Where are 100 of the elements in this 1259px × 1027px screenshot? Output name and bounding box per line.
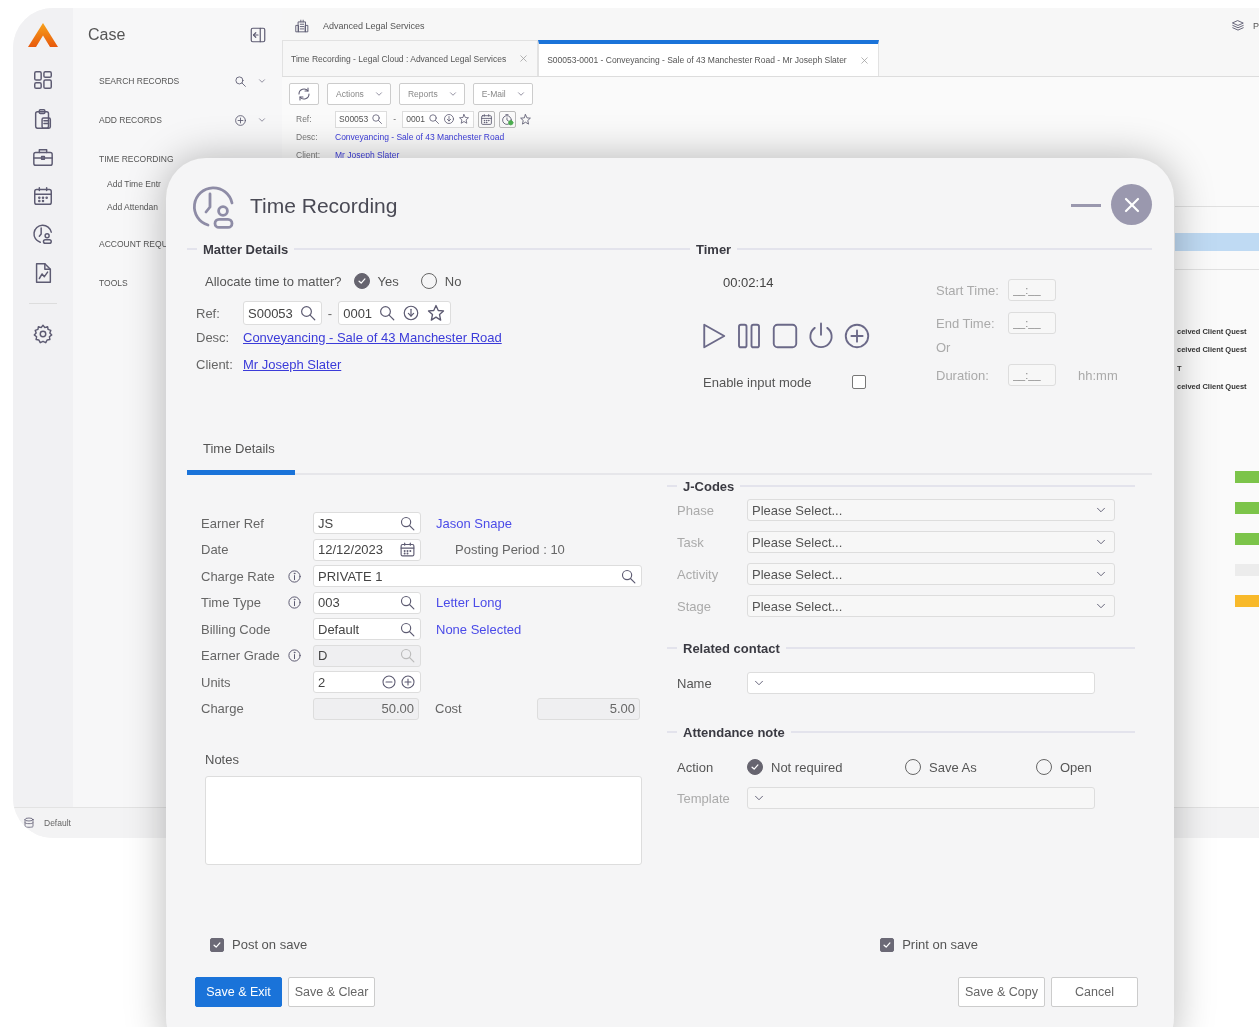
- lookup-field[interactable]: 003: [313, 591, 421, 614]
- select-field[interactable]: Please Select...: [747, 499, 1115, 521]
- select-field[interactable]: [747, 672, 1095, 694]
- radio-option[interactable]: Not required: [747, 759, 905, 775]
- nav-item[interactable]: ADD RECORDS: [99, 115, 228, 125]
- refresh-button[interactable]: [289, 83, 319, 105]
- nav-item[interactable]: SEARCH RECORDS: [99, 76, 228, 86]
- star-icon[interactable]: [519, 112, 533, 126]
- radio-option[interactable]: Yes: [353, 273, 399, 289]
- section-heading: Timer: [696, 241, 732, 257]
- select-field[interactable]: Please Select...: [747, 563, 1115, 585]
- action-button[interactable]: Cancel: [1051, 976, 1138, 1007]
- select-field[interactable]: Please Select...: [747, 531, 1115, 553]
- field-label: Action: [677, 759, 715, 775]
- action-button[interactable]: Save & Clear: [288, 976, 375, 1007]
- collapse-panel-icon[interactable]: [249, 26, 267, 44]
- field-label: Date: [201, 542, 230, 557]
- star-icon[interactable]: [458, 113, 471, 125]
- info-icon[interactable]: [287, 568, 302, 584]
- action-button[interactable]: Save & Copy: [958, 976, 1045, 1007]
- notes-field[interactable]: [205, 775, 642, 865]
- lookup-field[interactable]: PRIVATE 1: [313, 565, 642, 587]
- client-link[interactable]: Mr Joseph Slater: [243, 356, 342, 372]
- search-icon[interactable]: [399, 620, 416, 638]
- link-text[interactable]: Letter Long: [436, 595, 502, 610]
- details-tab[interactable]: Time Details: [187, 439, 295, 475]
- refresh-icon: [296, 86, 312, 102]
- select-field[interactable]: Please Select...: [747, 595, 1115, 617]
- close-button[interactable]: [1111, 184, 1152, 225]
- amount-field: 5.00: [537, 697, 640, 720]
- search-icon[interactable]: [399, 594, 416, 611]
- menu-button[interactable]: Reports: [398, 83, 465, 105]
- minus-icon[interactable]: [381, 674, 397, 690]
- menu-button[interactable]: Actions: [327, 83, 391, 105]
- link-text[interactable]: None Selected: [436, 621, 522, 637]
- radio-option[interactable]: Save As: [905, 759, 1036, 775]
- search-icon[interactable]: [298, 304, 317, 322]
- clipboard-icon[interactable]: [32, 107, 54, 130]
- search-icon[interactable]: [378, 304, 397, 322]
- calendar-icon[interactable]: [32, 184, 54, 207]
- search-icon[interactable]: [371, 113, 384, 125]
- field-label: Earner Ref: [201, 515, 265, 531]
- field-label: Name: [677, 675, 713, 691]
- lookup-field[interactable]: JS: [313, 512, 421, 534]
- units-field[interactable]: 2: [313, 671, 421, 693]
- calendar-icon[interactable]: [478, 110, 496, 128]
- plus-icon[interactable]: [400, 674, 416, 690]
- check-icon: [212, 939, 222, 950]
- radio-option[interactable]: Open: [1036, 759, 1092, 775]
- section-heading: Attendance note: [683, 724, 785, 740]
- checkbox[interactable]: [880, 937, 895, 952]
- briefcase-icon[interactable]: [32, 146, 54, 169]
- checkbox[interactable]: [210, 937, 224, 952]
- ref-field[interactable]: S00053: [243, 301, 322, 325]
- description-link[interactable]: Conveyancing - Sale of 43 Manchester Road: [335, 132, 505, 142]
- settings-icon[interactable]: [32, 322, 54, 345]
- search-icon[interactable]: [428, 113, 441, 125]
- field-label: Cost: [435, 701, 463, 716]
- lookup-field[interactable]: Default: [313, 618, 421, 640]
- check-icon: [750, 762, 760, 772]
- field-label: Desc:: [295, 132, 319, 142]
- info-icon[interactable]: [287, 595, 302, 610]
- select-field[interactable]: [747, 787, 1095, 809]
- description-link[interactable]: Conveyancing - Sale of 43 Manchester Road: [243, 329, 502, 345]
- star-icon[interactable]: [426, 303, 447, 323]
- add-icon[interactable]: [234, 113, 247, 127]
- clock-person-icon[interactable]: [32, 223, 54, 246]
- nav-subitem[interactable]: Add Time Entr: [107, 179, 161, 189]
- checkbox-label: Enable input mode: [703, 374, 813, 390]
- search-icon[interactable]: [399, 514, 416, 532]
- link-text[interactable]: Jason Snape: [436, 515, 512, 531]
- logo-icon[interactable]: [27, 22, 59, 48]
- dialog-title: Time Recording: [250, 194, 399, 218]
- time-field[interactable]: __:__: [1008, 279, 1056, 301]
- field-label: Billing Code: [201, 621, 272, 637]
- layers-icon[interactable]: [1231, 18, 1245, 33]
- radio-option[interactable]: No: [420, 273, 462, 289]
- add-icon[interactable]: [842, 321, 872, 351]
- ref-field[interactable]: 0001: [338, 301, 452, 325]
- document-tab[interactable]: Time Recording - Legal Cloud : Advanced Legal Services: [282, 40, 539, 76]
- client-link[interactable]: Mr Joseph Slater: [335, 150, 400, 160]
- date-field[interactable]: 12/12/2023: [313, 538, 421, 561]
- menu-button[interactable]: E-Mail: [472, 83, 533, 105]
- calendar-icon[interactable]: [399, 541, 416, 558]
- duration-field[interactable]: __:__: [1008, 364, 1056, 386]
- stop-icon[interactable]: [770, 321, 800, 351]
- nav-subitem[interactable]: Add Attendan: [107, 202, 159, 212]
- dashboard-icon[interactable]: [32, 69, 54, 91]
- section-heading: J-Codes: [683, 478, 735, 494]
- document-tab[interactable]: S00053-0001 - Conveyancing - Sale of 43 Manchester Road - Mr Joseph Slater: [538, 40, 879, 76]
- ref-field[interactable]: 0001: [402, 110, 475, 128]
- timer-add-icon[interactable]: [499, 110, 517, 128]
- action-button[interactable]: Save & Exit: [195, 976, 282, 1007]
- search-icon[interactable]: [234, 74, 247, 88]
- download-icon[interactable]: [402, 304, 421, 322]
- checkbox[interactable]: [852, 375, 866, 389]
- download-icon[interactable]: [443, 113, 456, 125]
- ref-field[interactable]: S00053: [335, 110, 388, 128]
- time-field[interactable]: __:__: [1008, 312, 1056, 334]
- search-icon[interactable]: [620, 567, 637, 585]
